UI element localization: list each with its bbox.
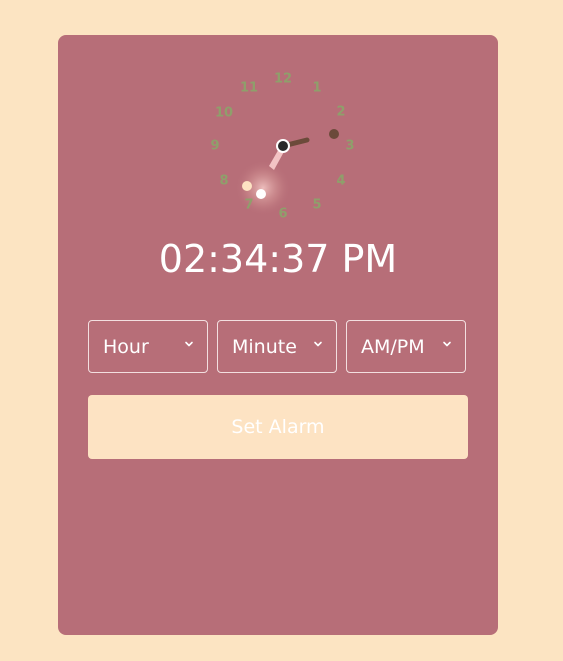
minute-select[interactable]: Minute <box>217 320 337 373</box>
clock-numeral-9: 9 <box>210 139 219 154</box>
hour-select[interactable]: Hour <box>88 320 208 373</box>
chevron-down-icon <box>443 341 451 347</box>
clock-numeral-10: 10 <box>215 106 233 121</box>
minute-select-label: Minute <box>232 335 297 358</box>
alarm-selects: Hour Minute AM/PM <box>88 320 468 375</box>
clock-numeral-6: 6 <box>278 207 287 222</box>
clock-numeral-1: 1 <box>312 81 321 96</box>
minute-marker-dot <box>256 189 266 199</box>
clock-numeral-12: 12 <box>274 72 292 87</box>
alarm-card: 12 1 2 3 4 5 6 7 8 9 10 11 02:34:37 PM H… <box>58 35 498 635</box>
ampm-select-label: AM/PM <box>361 335 425 358</box>
second-marker-dot <box>242 181 252 191</box>
chevron-down-icon <box>314 341 322 347</box>
clock-face: 12 1 2 3 4 5 6 7 8 9 10 11 <box>210 72 354 222</box>
analog-clock: 12 1 2 3 4 5 6 7 8 9 10 11 <box>58 35 498 235</box>
clock-numeral-7: 7 <box>244 198 253 213</box>
ampm-select[interactable]: AM/PM <box>346 320 466 373</box>
clock-numeral-2: 2 <box>336 105 345 120</box>
clock-numeral-4: 4 <box>336 174 345 189</box>
digital-time: 02:34:37 PM <box>158 237 398 281</box>
hour-select-label: Hour <box>103 335 149 358</box>
hour-marker-dot <box>329 129 339 139</box>
chevron-down-icon <box>185 341 193 347</box>
set-alarm-button[interactable]: Set Alarm <box>88 395 468 459</box>
clock-numeral-5: 5 <box>312 198 321 213</box>
clock-numeral-3: 3 <box>345 139 354 154</box>
clock-center-pin <box>276 139 290 153</box>
clock-numeral-11: 11 <box>240 81 258 96</box>
clock-numeral-8: 8 <box>219 174 228 189</box>
